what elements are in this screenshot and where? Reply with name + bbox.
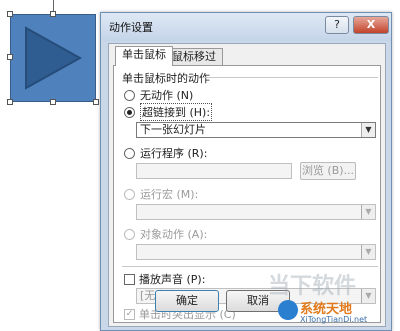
radio-label: 运行程序 (R): [140, 147, 208, 160]
divider [122, 266, 378, 267]
resize-handle[interactable] [93, 99, 99, 105]
program-path-input[interactable] [136, 163, 292, 179]
radio-button[interactable] [124, 228, 135, 240]
checkbox-label: 播放声音 (P): [139, 273, 206, 286]
radio-run-macro[interactable]: 运行宏 (M): [124, 187, 198, 201]
chevron-down-icon[interactable]: ▼ [361, 205, 375, 219]
radio-label: 超链接到 (H): [140, 103, 213, 121]
help-button[interactable]: ? [325, 16, 349, 34]
watermark-faint: 当下软件 [268, 274, 357, 299]
radio-object-action[interactable]: 对象动作 (A): [124, 227, 207, 241]
ok-button[interactable]: 确定 [155, 290, 219, 312]
play-sound-check[interactable]: 播放声音 (P): [124, 272, 205, 286]
radio-run-program[interactable]: 运行程序 (R): [124, 146, 207, 160]
radio-button[interactable] [124, 147, 135, 159]
chevron-down-icon[interactable]: ▼ [361, 245, 375, 259]
radio-label: 运行宏 (M): [140, 188, 199, 201]
resize-handle[interactable] [50, 99, 56, 105]
tab-mouse-click[interactable]: 单击鼠标 [115, 46, 173, 66]
checkbox[interactable]: ✓ [124, 308, 135, 320]
resize-handle[interactable] [7, 54, 13, 60]
resize-handle[interactable] [50, 11, 56, 17]
hyperlink-select[interactable]: 下一张幻灯片 ▼ [136, 122, 376, 138]
title-bar: 动作设置 ? X [101, 13, 391, 41]
browse-button[interactable]: 浏览 (B)... [300, 162, 356, 180]
macro-select[interactable]: ▼ [136, 204, 376, 220]
canvas: 动作设置 ? X 单击鼠标 鼠标移过 单击鼠标时的动作 无动作 (N) 超链接到… [0, 0, 400, 331]
group-divider [202, 77, 378, 78]
logo-icon [278, 300, 298, 320]
resize-handle[interactable] [7, 11, 13, 17]
radio-button[interactable] [124, 188, 135, 200]
close-button[interactable]: X [353, 16, 389, 34]
resize-handle[interactable] [7, 99, 13, 105]
object-action-select[interactable]: ▼ [136, 244, 376, 260]
radio-none[interactable]: 无动作 (N) [124, 88, 193, 102]
watermark-url: XiTongTianDi.net [300, 315, 368, 324]
radio-label: 对象动作 (A): [140, 228, 208, 241]
group-title: 单击鼠标时的动作 [122, 72, 210, 85]
tab-mouse-over[interactable]: 鼠标移过 [165, 48, 223, 66]
dialog-title: 动作设置 [109, 21, 153, 34]
radio-button[interactable] [124, 106, 135, 118]
chevron-down-icon[interactable]: ▼ [361, 289, 375, 303]
radio-hyperlink[interactable]: 超链接到 (H): [124, 103, 213, 121]
checkbox[interactable] [124, 273, 135, 285]
play-icon [25, 26, 83, 90]
chevron-down-icon[interactable]: ▼ [361, 123, 375, 137]
radio-button[interactable] [124, 89, 135, 101]
hyperlink-value: 下一张幻灯片 [140, 123, 206, 136]
radio-label: 无动作 (N) [140, 89, 194, 102]
